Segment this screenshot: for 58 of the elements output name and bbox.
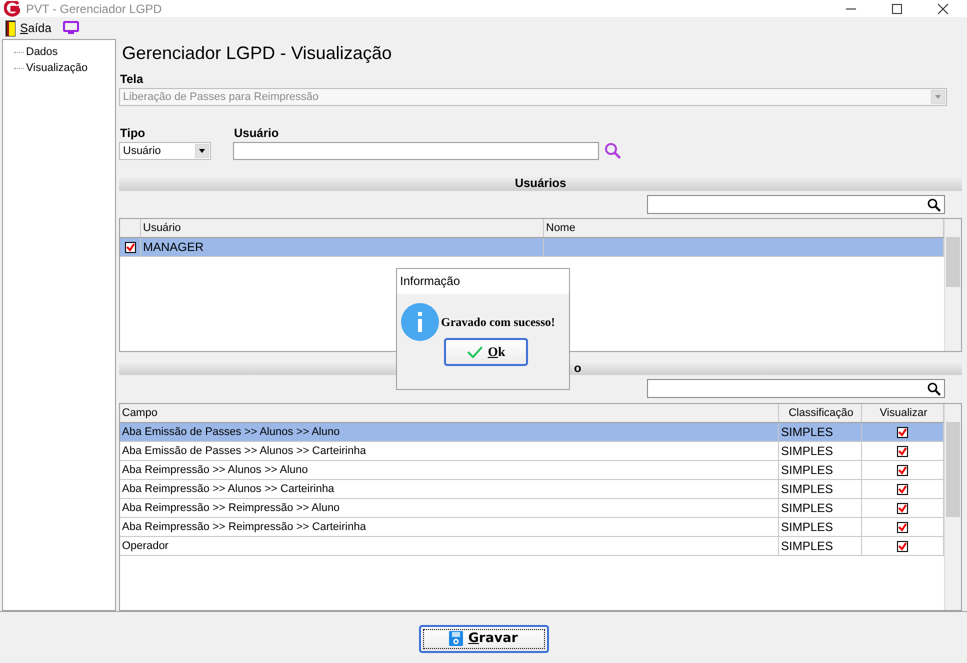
maximize-icon[interactable] (891, 2, 903, 14)
table-cell: SIMPLES (779, 518, 862, 536)
scrollbar[interactable] (944, 219, 961, 351)
info-icon (401, 303, 439, 341)
search-icon[interactable] (603, 142, 623, 160)
checkbox[interactable] (897, 464, 908, 476)
column-header[interactable]: Usuário (141, 219, 544, 237)
search-icon (927, 198, 941, 212)
user-input-field[interactable] (233, 142, 599, 160)
checkbox[interactable] (897, 484, 908, 494)
checkbox[interactable] (124, 242, 136, 252)
app-logo-icon (4, 0, 20, 16)
table-cell: SIMPLES (779, 423, 862, 441)
page-title: Gerenciador LGPD - Visualização (121, 42, 393, 65)
close-icon[interactable] (937, 2, 949, 14)
table-cell: Aba Reimpressão >> Alunos >> Carteirinha (120, 480, 779, 498)
table-cell: Aba Reimpressão >> Reimpressão >> Carteirinha (120, 518, 779, 536)
search-field[interactable] (647, 379, 945, 398)
table-cell: SIMPLES (779, 442, 862, 460)
table-cell: SIMPLES (779, 499, 862, 517)
column-header[interactable]: Campo (120, 404, 779, 422)
table-cell: MANAGER (141, 238, 544, 256)
checkbox[interactable] (897, 522, 908, 532)
dropdown-arrow-icon (931, 90, 945, 104)
section-header: Usuários (119, 175, 962, 191)
search-field[interactable] (647, 195, 945, 214)
table-cell: Operador (120, 537, 779, 555)
table-cell: SIMPLES (779, 461, 862, 479)
dialog-title: Informação (397, 269, 569, 294)
search-icon (927, 382, 941, 396)
dialog-message: Gravado com sucesso! (441, 314, 555, 330)
tree-item[interactable]: Visualização (26, 62, 88, 74)
field-label: Usuário (233, 126, 280, 140)
ok-button[interactable]: Ok (444, 338, 528, 366)
door-icon[interactable] (5, 20, 16, 36)
column-header[interactable]: Classificação (779, 404, 862, 422)
table-cell: Aba Reimpressão >> Alunos >> Aluno (120, 461, 779, 479)
section-header: o (574, 361, 582, 375)
scrollbar[interactable] (944, 404, 961, 610)
table-cell: Aba Emissão de Passes >> Alunos >> Aluno (120, 423, 779, 441)
checkbox[interactable] (897, 446, 908, 456)
monitor-icon[interactable] (63, 21, 80, 35)
field-label: Tela (119, 72, 144, 86)
exit-menu-item[interactable]: Saída (20, 21, 52, 35)
table-cell: Aba Emissão de Passes >> Alunos >> Carteirinha (120, 442, 779, 460)
checkbox[interactable] (897, 426, 908, 438)
checkbox[interactable] (897, 502, 908, 514)
checkbox[interactable] (897, 540, 908, 552)
dropdown-arrow-icon (195, 144, 209, 158)
window-title: PVT - Gerenciador LGPD (26, 2, 162, 16)
table-cell: Aba Reimpressão >> Reimpressão >> Aluno (120, 499, 779, 517)
table-cell: SIMPLES (779, 480, 862, 498)
checkmark-icon (466, 346, 483, 358)
table-cell: SIMPLES (779, 537, 862, 555)
save-button[interactable]: Gravar (418, 624, 548, 652)
tree-item[interactable]: Dados (26, 46, 58, 58)
type-dropdown[interactable]: Usuário (119, 142, 211, 160)
field-label: Tipo (119, 126, 146, 140)
